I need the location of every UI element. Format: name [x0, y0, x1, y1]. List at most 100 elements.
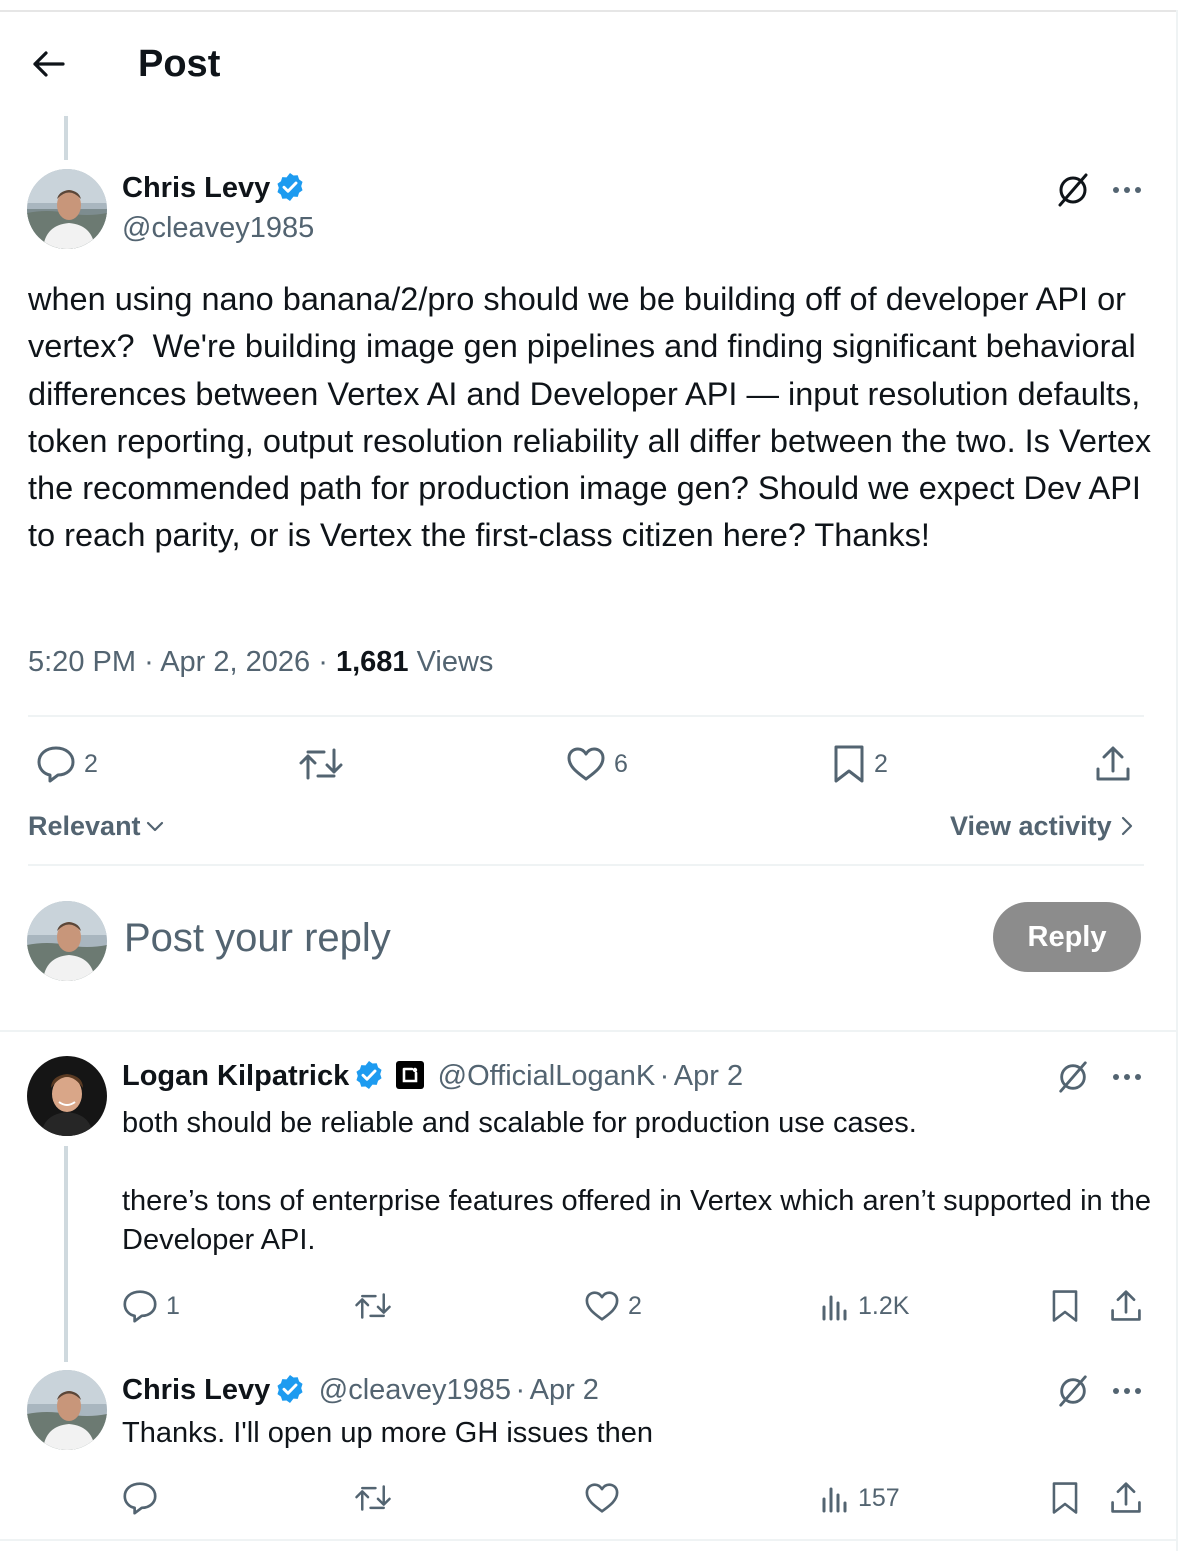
bookmark-button[interactable]: 2: [832, 743, 888, 785]
chevron-down-icon: [146, 821, 163, 832]
like-count: 6: [614, 749, 628, 778]
reply-author-photo: [27, 1370, 107, 1450]
views-button[interactable]: 157: [820, 1480, 900, 1516]
section-divider: [0, 1030, 1176, 1032]
more-options-button[interactable]: [1106, 170, 1148, 210]
meta-separator: ·: [144, 646, 154, 678]
reply-author-name[interactable]: Logan Kilpatrick: [122, 1060, 349, 1092]
share-icon: [1111, 1290, 1141, 1321]
author-handle[interactable]: @cleavey1985: [122, 210, 314, 246]
reply-input[interactable]: [124, 908, 964, 968]
post-time[interactable]: 5:20 PM: [28, 646, 136, 678]
bookmark-icon: [1052, 1482, 1078, 1514]
meta-separator: ·: [318, 646, 328, 678]
grok-icon: [1058, 173, 1088, 207]
like-icon: [567, 747, 605, 781]
meta-separator: ·: [659, 1060, 670, 1092]
more-options-button[interactable]: [1106, 1058, 1148, 1096]
author-name-text: Chris Levy: [122, 172, 271, 204]
share-icon: [1096, 746, 1130, 781]
more-icon: [1113, 1388, 1141, 1394]
repost-icon: [355, 1293, 391, 1319]
reply-submit-button[interactable]: Reply: [993, 902, 1141, 972]
share-button[interactable]: [1109, 1288, 1143, 1324]
like-button[interactable]: [584, 1480, 620, 1516]
reply-header: Logan Kilpatrick @OfficialLoganK · Apr 2: [122, 1058, 743, 1099]
repost-button[interactable]: [354, 1288, 392, 1324]
view-activity-link[interactable]: View activity: [950, 806, 1134, 846]
avatar[interactable]: [27, 169, 107, 249]
share-button[interactable]: [1094, 743, 1132, 785]
reply-header: Chris Levy @cleavey1985 · Apr 2: [122, 1372, 599, 1413]
reply-avatar[interactable]: [27, 1370, 107, 1450]
views-count: 1.2K: [858, 1291, 910, 1320]
reply-author-name[interactable]: Chris Levy: [122, 1374, 270, 1406]
meta-separator: ·: [515, 1374, 526, 1406]
reply-count: 2: [84, 749, 98, 778]
views-icon: [822, 1487, 847, 1513]
reply-count: 1: [166, 1291, 180, 1320]
bookmark-icon: [1052, 1290, 1078, 1322]
post-text: when using nano banana/2/pro should we b…: [28, 281, 1161, 554]
grok-icon: [1059, 1061, 1087, 1093]
bookmark-count: 2: [874, 749, 888, 778]
more-icon: [1113, 1074, 1141, 1080]
more-options-button[interactable]: [1106, 1372, 1148, 1410]
divider: [28, 715, 1144, 717]
post-meta: 5:20 PM · Apr 2, 2026 · 1,681 Views: [28, 640, 493, 684]
like-count: 2: [628, 1291, 642, 1320]
sort-dropdown[interactable]: Relevant: [28, 806, 165, 846]
repost-icon: [299, 748, 343, 780]
thread-connector-line: [64, 112, 68, 160]
grok-button[interactable]: [1052, 1372, 1094, 1410]
views-count: 157: [858, 1483, 900, 1512]
reply-avatar[interactable]: [27, 1056, 107, 1136]
reply-button[interactable]: 1: [122, 1288, 180, 1324]
author-name[interactable]: Chris Levy: [122, 170, 306, 206]
affiliate-badge-icon: [396, 1061, 425, 1089]
post-date[interactable]: Apr 2, 2026: [160, 646, 310, 678]
reply-date[interactable]: Apr 2: [530, 1374, 599, 1406]
views-label: Views: [416, 646, 494, 678]
reply-icon: [123, 1482, 157, 1515]
sort-label: Relevant: [28, 811, 141, 841]
chevron-right-icon: [1121, 816, 1132, 836]
reply-text: both should be reliable and scalable for…: [122, 1107, 1152, 1256]
page-title: Post: [138, 43, 221, 85]
divider: [28, 864, 1144, 866]
share-button[interactable]: [1109, 1480, 1143, 1516]
header-fade: [80, 96, 1176, 118]
right-border: [1176, 10, 1178, 1551]
bookmark-button[interactable]: [1050, 1288, 1080, 1324]
like-icon: [585, 1483, 619, 1513]
composer-photo: [27, 901, 107, 981]
repost-icon: [355, 1485, 391, 1511]
like-button[interactable]: 6: [566, 743, 628, 785]
reply-thread-line: [64, 1146, 68, 1362]
like-button[interactable]: 2: [584, 1288, 642, 1324]
views-icon: [822, 1295, 847, 1321]
like-icon: [585, 1291, 619, 1321]
back-arrow-icon: [33, 51, 65, 77]
grok-button[interactable]: [1052, 170, 1094, 210]
reply-date[interactable]: Apr 2: [674, 1060, 743, 1092]
bookmark-icon: [834, 745, 864, 783]
bookmark-button[interactable]: [1050, 1480, 1080, 1516]
composer-avatar[interactable]: [27, 901, 107, 981]
more-icon: [1113, 187, 1141, 193]
reply-handle[interactable]: @cleavey1985: [319, 1374, 511, 1406]
back-button[interactable]: [22, 40, 74, 88]
verified-badge-icon: [356, 1061, 382, 1089]
grok-button[interactable]: [1052, 1058, 1094, 1096]
views-count: 1,681: [335, 646, 409, 678]
verified-badge-icon: [277, 173, 303, 201]
reply-icon: [37, 746, 75, 783]
reply-button[interactable]: [122, 1480, 158, 1516]
bottom-divider: [0, 1539, 1176, 1541]
author-photo: [27, 169, 107, 249]
views-button[interactable]: 1.2K: [820, 1288, 909, 1324]
repost-button[interactable]: [354, 1480, 392, 1516]
repost-button[interactable]: [298, 743, 344, 785]
reply-handle[interactable]: @OfficialLoganK: [438, 1060, 656, 1092]
reply-button[interactable]: 2: [36, 743, 98, 785]
